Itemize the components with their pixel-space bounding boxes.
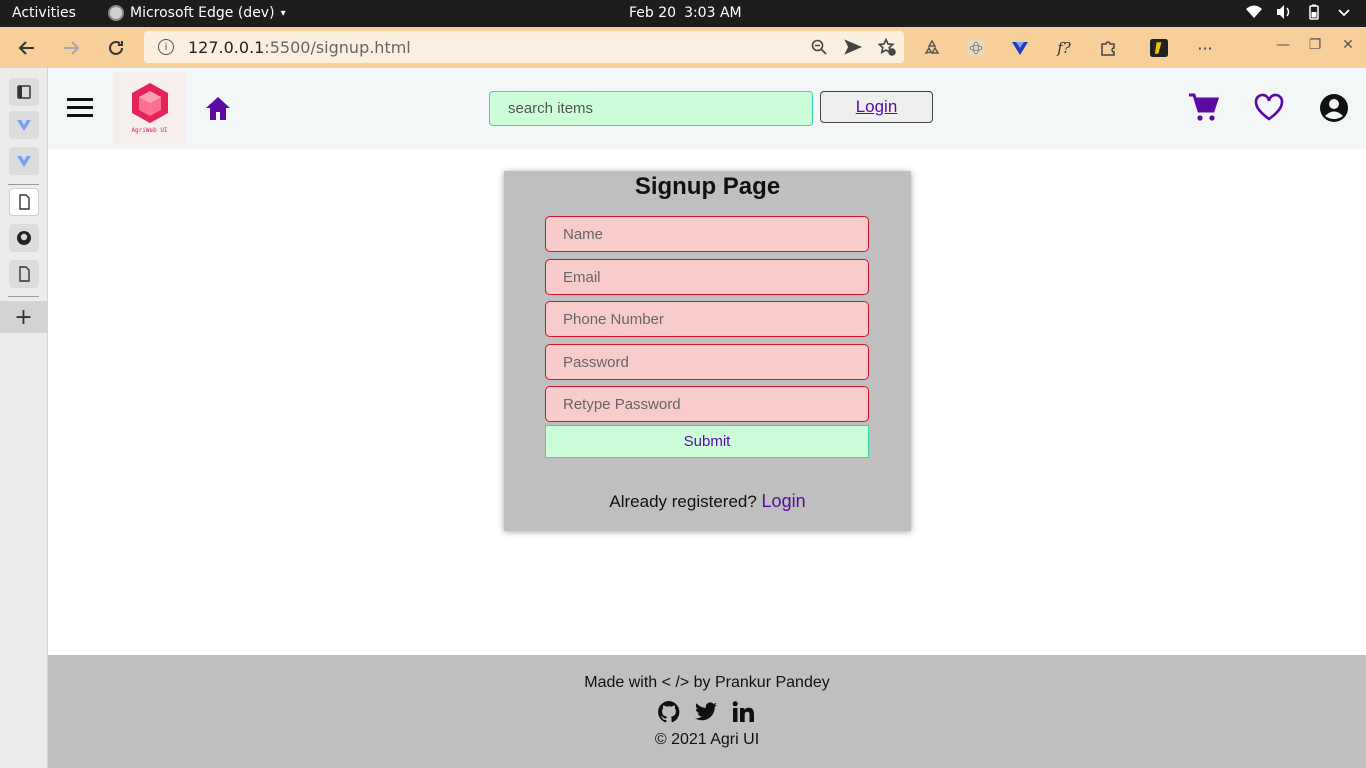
address-bar[interactable]: i 127.0.0.1:5500/signup.html [144,31,904,63]
app-menu[interactable]: Microsoft Edge (dev) ▾ [108,5,286,21]
wifi-icon [1246,5,1262,18]
extension-react-icon[interactable] [965,37,987,59]
system-tray[interactable] [1246,4,1352,20]
activities-button[interactable]: Activities [12,5,76,21]
system-menu-chevron-icon [1338,9,1350,17]
header-login-button[interactable]: Login [820,91,933,123]
tab-vue-2[interactable] [9,147,39,175]
site-logo[interactable]: AgriWeb UI [113,72,186,144]
document-icon [19,194,30,210]
tab-document[interactable] [9,260,39,288]
minimize-button[interactable]: — [1273,37,1293,57]
vue-icon [17,120,31,131]
site-info-icon[interactable]: i [158,39,174,55]
extension-vue-icon[interactable] [1009,37,1031,59]
plus-icon: + [14,304,33,330]
extension-recycle-icon[interactable] [921,37,943,59]
twitter-icon[interactable] [694,700,718,724]
tab-github[interactable] [9,224,39,252]
extension-function-icon[interactable]: f? [1053,37,1075,59]
reload-icon [109,40,123,55]
password-field[interactable] [545,344,869,380]
reload-button[interactable] [103,35,129,61]
made-with-text: Made with < /> by Prankur Pandey [584,674,830,691]
vue-icon [17,156,31,167]
email-field[interactable] [545,259,869,295]
hamburger-menu-icon[interactable] [67,98,93,118]
restore-button[interactable]: ❐ [1305,37,1325,57]
submit-button[interactable]: Submit [545,425,869,458]
new-tab-button[interactable]: + [0,301,47,333]
document-icon [19,266,30,282]
battery-icon [1309,4,1319,20]
os-top-bar: Activities Microsoft Edge (dev) ▾ Feb 20… [0,0,1366,27]
close-button[interactable]: ✕ [1338,37,1358,57]
tab-divider [8,296,39,297]
copyright-text: © 2021 Agri UI [654,731,760,748]
arrow-right-icon [64,41,80,55]
volume-icon [1277,5,1290,19]
hexagon-logo-icon [131,83,168,123]
browser-toolbar: i 127.0.0.1:5500/signup.html f? ··· — ❐ … [0,27,1366,68]
app-name: Microsoft Edge (dev) [130,5,275,21]
more-options-icon[interactable]: ··· [1194,37,1216,59]
login-link[interactable]: Login [762,491,806,511]
site-header: AgriWeb UI Login [48,68,1366,149]
already-registered-text: Already registered? [609,492,757,511]
signup-card: Signup Page Submit Already registered? L… [504,171,911,531]
arrow-left-icon [18,41,34,55]
clock-time: 3:03 AM [684,5,742,21]
favorite-add-icon[interactable] [878,38,896,56]
clock-date: Feb 20 [629,5,677,21]
back-button[interactable] [14,35,40,61]
site-footer: Made with < /> by Prankur Pandey © 2021 … [48,655,1366,768]
chevron-down-icon: ▾ [280,7,286,19]
zoom-out-icon[interactable] [810,38,828,56]
clock[interactable]: Feb 20 3:03 AM [629,5,750,21]
tab-actions-button[interactable] [9,78,39,106]
linkedin-icon[interactable] [731,700,755,724]
account-icon[interactable] [1318,92,1350,124]
tab-signup-active[interactable] [9,188,39,216]
retype-password-field[interactable] [545,386,869,422]
logo-text: AgriWeb UI [131,127,168,134]
tab-divider [8,184,39,185]
cart-icon[interactable] [1187,92,1219,124]
forward-button[interactable] [58,35,84,61]
phone-field[interactable] [545,301,869,337]
signup-title: Signup Page [634,173,781,200]
tab-vue-1[interactable] [9,111,39,139]
name-field[interactable] [545,216,869,252]
home-icon[interactable] [203,94,233,122]
profile-avatar-icon[interactable] [1148,37,1170,59]
github-icon[interactable] [657,700,681,724]
url-path: :5500/signup.html [264,37,411,57]
vertical-tab-bar: + [0,68,48,768]
heart-icon[interactable] [1253,92,1285,124]
tab-actions-icon [17,85,31,99]
extensions-puzzle-icon[interactable] [1097,37,1119,59]
url-host: 127.0.0.1 [188,37,265,57]
send-icon[interactable] [844,38,862,56]
social-links [657,700,755,724]
edge-app-icon [108,5,124,21]
search-input[interactable] [489,91,813,126]
github-icon [17,231,31,245]
already-registered: Already registered? Login [504,491,911,512]
